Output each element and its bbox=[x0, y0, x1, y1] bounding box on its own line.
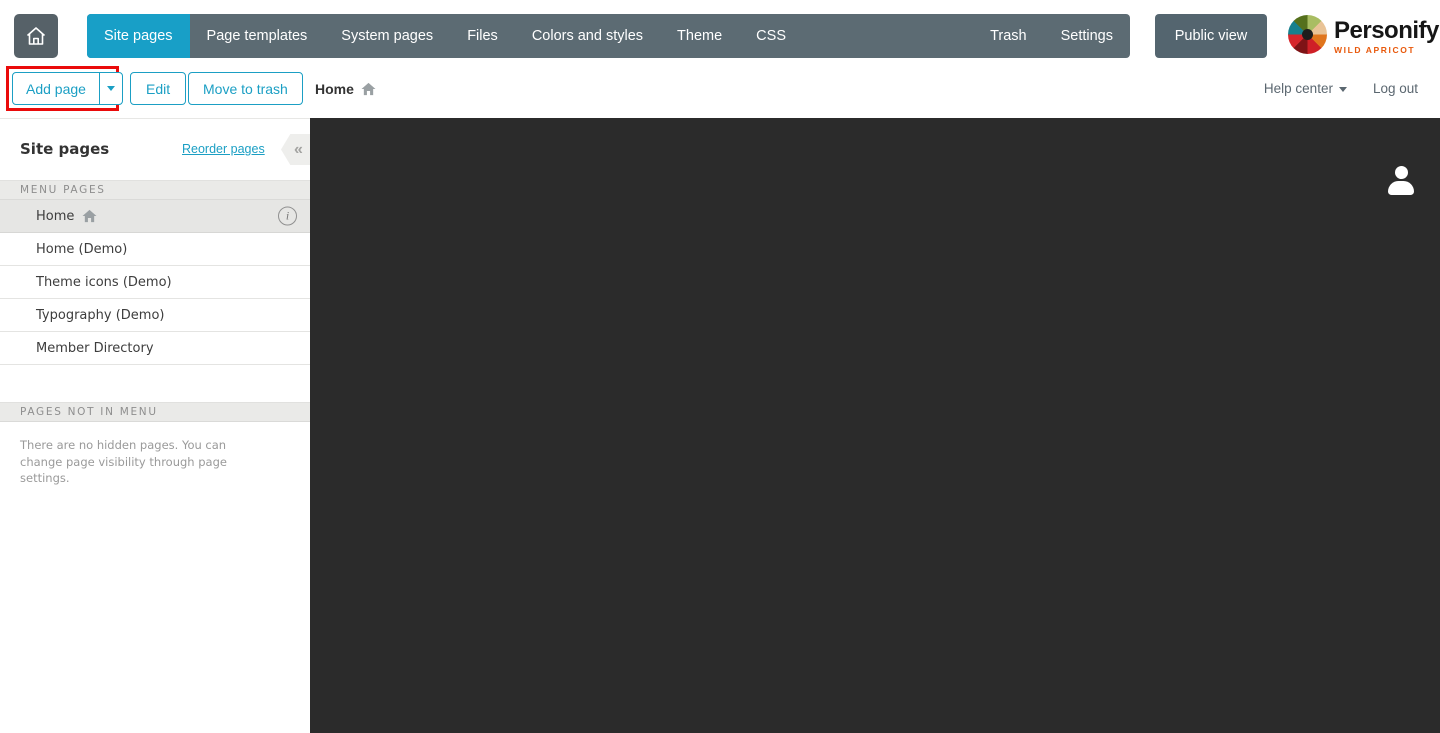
tab-css[interactable]: CSS bbox=[739, 14, 803, 58]
home-icon bbox=[24, 24, 48, 48]
sidebar-item-home-demo[interactable]: Home (Demo) bbox=[0, 233, 310, 266]
page-label: Theme icons (Demo) bbox=[36, 274, 172, 290]
sidebar-item-home[interactable]: Home i bbox=[0, 200, 310, 233]
tab-settings[interactable]: Settings bbox=[1044, 14, 1130, 58]
page-label: Member Directory bbox=[36, 340, 154, 356]
tab-theme[interactable]: Theme bbox=[660, 14, 739, 58]
tab-trash[interactable]: Trash bbox=[973, 14, 1044, 58]
top-navbar: Site pages Page templates System pages F… bbox=[87, 14, 1130, 58]
sidebar-item-theme-icons-demo[interactable]: Theme icons (Demo) bbox=[0, 266, 310, 299]
page-label: Typography (Demo) bbox=[36, 307, 165, 323]
brand-name: Personify bbox=[1334, 17, 1439, 44]
admin-home-button[interactable] bbox=[14, 14, 58, 58]
tab-system-pages[interactable]: System pages bbox=[324, 14, 450, 58]
breadcrumb-page-title: Home bbox=[315, 80, 354, 97]
sidebar-item-member-directory[interactable]: Member Directory bbox=[0, 332, 310, 365]
home-icon bbox=[361, 82, 376, 96]
tab-files[interactable]: Files bbox=[450, 14, 515, 58]
add-page-dropdown-toggle[interactable] bbox=[98, 73, 122, 104]
help-center-menu[interactable]: Help center bbox=[1264, 81, 1347, 96]
edit-button[interactable]: Edit bbox=[130, 72, 187, 105]
sidebar-title: Site pages bbox=[20, 140, 110, 158]
page-label: Home (Demo) bbox=[36, 241, 128, 257]
navbar-spacer bbox=[803, 14, 973, 58]
chevron-down-icon bbox=[1338, 87, 1347, 92]
menu-pages-section-header: MENU PAGES bbox=[0, 180, 310, 200]
add-page-button[interactable]: Add page bbox=[12, 72, 123, 105]
tab-page-templates[interactable]: Page templates bbox=[190, 14, 325, 58]
reorder-pages-link[interactable]: Reorder pages bbox=[182, 142, 265, 156]
move-to-trash-button[interactable]: Move to trash bbox=[188, 72, 303, 105]
sidebar-collapse-button[interactable]: « bbox=[281, 134, 312, 165]
log-out-link[interactable]: Log out bbox=[1373, 81, 1418, 96]
toolbar-right-links: Help center Log out bbox=[1264, 72, 1418, 105]
home-icon bbox=[82, 209, 97, 223]
tab-site-pages[interactable]: Site pages bbox=[87, 14, 190, 58]
help-center-label: Help center bbox=[1263, 81, 1333, 96]
no-hidden-pages-note: There are no hidden pages. You can chang… bbox=[20, 438, 227, 486]
personify-pinwheel-icon bbox=[1288, 15, 1327, 54]
pages-not-in-menu-section-header: PAGES NOT IN MENU bbox=[0, 402, 310, 422]
brand-tagline: WILD APRICOT bbox=[1334, 45, 1416, 55]
info-icon[interactable]: i bbox=[278, 206, 297, 226]
chevron-down-icon bbox=[106, 86, 115, 91]
brand-logo: Personify WILD APRICOT bbox=[1288, 15, 1439, 55]
public-view-button[interactable]: Public view bbox=[1155, 14, 1267, 58]
breadcrumb: Home bbox=[315, 72, 376, 105]
collapse-chevrons-icon: « bbox=[294, 140, 303, 158]
sidebar-item-typography-demo[interactable]: Typography (Demo) bbox=[0, 299, 310, 332]
sidebar-header: Site pages Reorder pages « bbox=[0, 119, 312, 180]
page-preview-area bbox=[310, 118, 1440, 733]
page-label: Home bbox=[36, 208, 75, 224]
person-icon[interactable] bbox=[1388, 166, 1414, 195]
site-pages-sidebar: Site pages Reorder pages « MENU PAGES Ho… bbox=[0, 118, 312, 733]
add-page-label: Add page bbox=[26, 80, 86, 97]
tab-colors-and-styles[interactable]: Colors and styles bbox=[515, 14, 660, 58]
